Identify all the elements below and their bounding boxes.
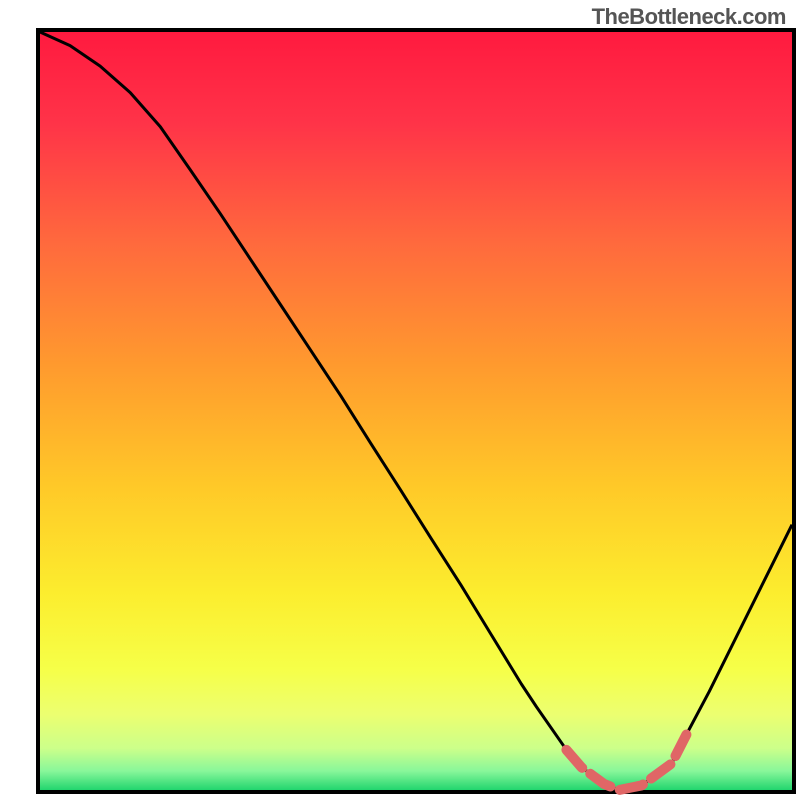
frame-right (792, 28, 796, 794)
chart-svg (0, 0, 800, 800)
chart-figure: TheBottleneck.com (0, 0, 800, 800)
frame-left (36, 28, 40, 794)
plot-background (40, 32, 792, 790)
frame-top (36, 28, 796, 32)
frame-bottom (36, 790, 796, 794)
